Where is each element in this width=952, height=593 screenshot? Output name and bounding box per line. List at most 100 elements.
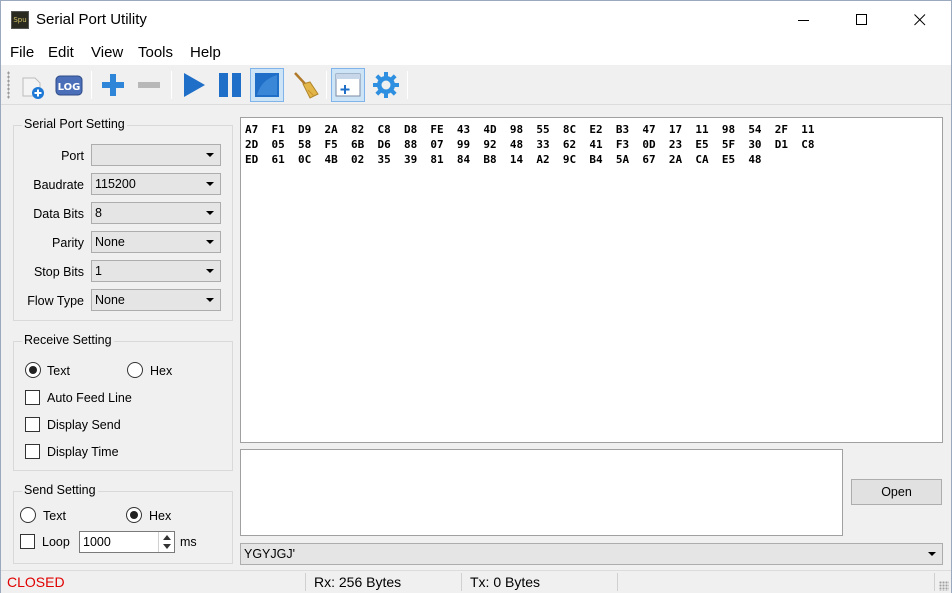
maximize-icon xyxy=(856,14,867,25)
chevron-down-icon xyxy=(928,552,936,556)
auto-feed-line-label: Auto Feed Line xyxy=(47,391,132,405)
pause-button[interactable] xyxy=(213,68,247,102)
parity-label: Parity xyxy=(52,236,84,250)
open-button[interactable]: Open xyxy=(851,479,942,505)
receive-textarea[interactable]: A7 F1 D9 2A 82 C8 D8 FE 43 4D 98 55 8C E… xyxy=(240,117,943,443)
receive-hex-radio[interactable] xyxy=(127,362,143,378)
chevron-down-icon xyxy=(206,298,214,302)
send-hex-radio[interactable] xyxy=(126,507,142,523)
send-text-label: Text xyxy=(43,509,66,523)
parity-value: None xyxy=(95,235,125,249)
toolbar: LOG xyxy=(1,65,951,105)
parity-select[interactable]: None xyxy=(91,231,221,253)
send-setting-title: Send Setting xyxy=(22,483,98,497)
window-button[interactable] xyxy=(331,68,365,102)
toolbar-grip[interactable] xyxy=(7,71,10,99)
display-send-label: Display Send xyxy=(47,418,121,432)
loop-checkbox[interactable] xyxy=(20,534,35,549)
toolbar-separator xyxy=(326,71,327,99)
send-history-combo[interactable]: YGYJGJ' xyxy=(240,543,943,565)
add-button[interactable] xyxy=(96,68,130,102)
receive-line: ED 61 0C 4B 02 35 39 81 84 B8 14 A2 9C B… xyxy=(245,153,762,166)
window-icon xyxy=(335,73,361,97)
send-text-radio[interactable] xyxy=(20,507,36,523)
loop-interval-stepper[interactable] xyxy=(158,532,174,552)
receive-setting-group: Receive Setting xyxy=(13,333,233,471)
stop-button[interactable] xyxy=(250,68,284,102)
flow-type-value: None xyxy=(95,293,125,307)
port-select[interactable] xyxy=(91,144,221,166)
baudrate-label: Baudrate xyxy=(33,178,84,192)
status-divider xyxy=(305,573,306,591)
toolbar-separator xyxy=(407,71,408,99)
auto-feed-line-checkbox[interactable] xyxy=(25,390,40,405)
display-time-checkbox[interactable] xyxy=(25,444,40,459)
stop-bits-select[interactable]: 1 xyxy=(91,260,221,282)
receive-text-radio[interactable] xyxy=(25,362,41,378)
maximize-button[interactable] xyxy=(839,1,885,39)
loop-interval-input[interactable]: 1000 xyxy=(79,531,175,553)
flow-type-select[interactable]: None xyxy=(91,289,221,311)
menu-edit[interactable]: Edit xyxy=(48,44,74,61)
log-button[interactable]: LOG xyxy=(52,68,86,102)
app-icon: Spu xyxy=(11,11,29,29)
baudrate-value: 115200 xyxy=(95,177,136,191)
rx-count: Rx: 256 Bytes xyxy=(314,574,402,590)
status-divider xyxy=(461,573,462,591)
run-button[interactable] xyxy=(176,68,210,102)
send-textarea[interactable] xyxy=(240,449,843,536)
status-divider xyxy=(617,573,618,591)
menu-bar: File Edit View Tools Help xyxy=(1,39,951,65)
chevron-down-icon xyxy=(206,240,214,244)
log-icon-label: LOG xyxy=(58,82,81,93)
settings-button[interactable] xyxy=(369,68,403,102)
receive-line: 2D 05 58 F5 6B D6 88 07 99 92 48 33 62 4… xyxy=(245,138,815,151)
clear-button[interactable] xyxy=(288,68,322,102)
menu-help[interactable]: Help xyxy=(190,44,221,61)
gear-icon xyxy=(373,72,399,98)
chevron-down-icon xyxy=(206,153,214,157)
minus-icon xyxy=(138,82,160,88)
toolbar-separator xyxy=(171,71,172,99)
stop-bits-value: 1 xyxy=(95,264,102,278)
send-setting-group: Send Setting xyxy=(13,483,233,564)
loop-unit-label: ms xyxy=(180,535,197,549)
data-bits-select[interactable]: 8 xyxy=(91,202,221,224)
new-document-icon xyxy=(22,77,44,99)
chevron-down-icon xyxy=(206,211,214,215)
receive-line: A7 F1 D9 2A 82 C8 D8 FE 43 4D 98 55 8C E… xyxy=(245,123,815,136)
close-button[interactable] xyxy=(897,1,943,39)
receive-text-label: Text xyxy=(47,364,70,378)
menu-file[interactable]: File xyxy=(10,44,34,61)
minimize-button[interactable] xyxy=(781,1,827,39)
send-hex-label: Hex xyxy=(149,509,172,523)
display-send-checkbox[interactable] xyxy=(25,417,40,432)
chevron-up-icon[interactable] xyxy=(163,535,171,540)
new-session-button[interactable] xyxy=(15,68,49,102)
stop-icon xyxy=(255,73,279,97)
app-window: Spu Serial Port Utility File Edit View T… xyxy=(0,0,952,593)
serial-port-setting-title: Serial Port Setting xyxy=(22,117,127,131)
menu-tools[interactable]: Tools xyxy=(138,44,173,61)
resize-grip[interactable] xyxy=(939,581,949,591)
chevron-down-icon[interactable] xyxy=(163,544,171,549)
log-icon: LOG xyxy=(55,75,83,96)
data-bits-value: 8 xyxy=(95,206,102,220)
remove-button[interactable] xyxy=(132,68,166,102)
stop-bits-label: Stop Bits xyxy=(33,265,84,279)
loop-label: Loop xyxy=(42,535,70,549)
play-icon xyxy=(184,73,205,97)
data-bits-label: Data Bits xyxy=(33,207,84,221)
tx-count: Tx: 0 Bytes xyxy=(470,574,541,590)
port-label: Port xyxy=(61,149,84,163)
baudrate-select[interactable]: 115200 xyxy=(91,173,221,195)
chevron-down-icon xyxy=(206,269,214,273)
close-icon xyxy=(914,14,926,26)
receive-setting-title: Receive Setting xyxy=(22,333,114,347)
window-title: Serial Port Utility xyxy=(36,11,147,28)
broom-icon xyxy=(294,72,319,99)
title-bar: Spu Serial Port Utility xyxy=(1,1,951,39)
menu-view[interactable]: View xyxy=(91,44,123,61)
pause-icon xyxy=(219,73,241,97)
chevron-down-icon xyxy=(206,182,214,186)
